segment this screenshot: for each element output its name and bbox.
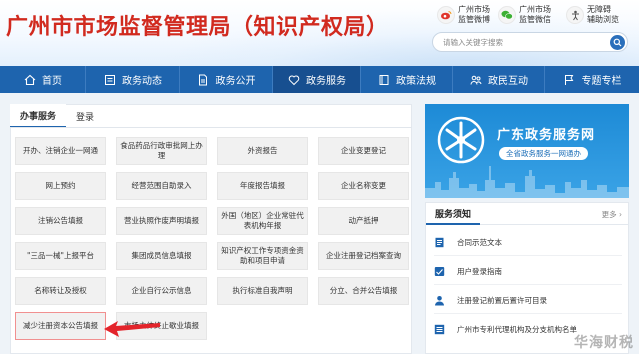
nav-item-topics[interactable]: 专题专栏 — [545, 66, 639, 93]
service-self-disclosure[interactable]: 企业自行公示信息 — [116, 277, 207, 305]
service-deregistration-notice[interactable]: 注销公告填报 — [15, 207, 106, 235]
services-grid: 开办、注销企业一网通 食品药品行政审批网上办理 外资报告 企业变更登记 网上预约… — [15, 137, 411, 340]
notice-title: 服务须知 — [426, 203, 481, 225]
login-guide-icon — [434, 266, 445, 277]
service-ip-funding-application[interactable]: 知识产权工作专项资金资助和项目申请 — [217, 242, 308, 270]
service-annual-report[interactable]: 年度报告填报 — [217, 172, 308, 200]
search-icon — [613, 38, 622, 47]
nav-label: 首页 — [42, 76, 62, 87]
search-input[interactable] — [443, 35, 603, 49]
service-capital-reduction-notice[interactable]: 减少注册资本公告填报 — [15, 312, 106, 340]
divider — [434, 284, 622, 285]
service-one-stop-registration[interactable]: 开办、注销企业一网通 — [15, 137, 106, 165]
book-icon — [377, 73, 390, 86]
service-registration-archive-query[interactable]: 企业注册登记档案查询 — [318, 242, 409, 270]
accessibility-link[interactable]: 无障碍 辅助浏览 — [566, 3, 619, 27]
service-name-transfer[interactable]: 名称转让及授权 — [15, 277, 106, 305]
service-chattel-mortgage[interactable]: 动产抵押 — [318, 207, 409, 235]
heart-icon — [287, 73, 300, 86]
notice-item[interactable]: 注册登记前置后置许可目录 — [434, 291, 547, 309]
nav-label: 政务动态 — [122, 76, 162, 87]
service-three-products-platform[interactable]: "三品一械"上报平台 — [15, 242, 106, 270]
service-enterprise-change[interactable]: 企业变更登记 — [318, 137, 409, 165]
people-icon — [469, 73, 482, 86]
divider — [434, 255, 622, 256]
watermark: 华海财税 — [574, 335, 634, 351]
notice-item[interactable]: 广州市专利代理机构及分支机构名单 — [434, 320, 577, 338]
service-split-merge-notice[interactable]: 分立、合并公告填报 — [318, 277, 409, 305]
home-icon — [23, 73, 36, 86]
nav-label: 政民互动 — [488, 76, 528, 87]
service-group-member-info[interactable]: 集团成员信息填报 — [116, 242, 207, 270]
search-box — [432, 32, 628, 52]
nav-item-home[interactable]: 首页 — [0, 66, 86, 93]
nav-label: 政策法规 — [396, 76, 436, 87]
weibo-icon — [437, 6, 455, 24]
permit-list-icon — [434, 295, 445, 306]
notice-item[interactable]: 用户登录指南 — [434, 262, 502, 280]
more-label: 更多 — [601, 210, 617, 219]
service-business-scope-entry[interactable]: 经营范围自助录入 — [116, 172, 207, 200]
notice-item[interactable]: 合同示范文本 — [434, 233, 502, 251]
accessibility-link-label: 无障碍 辅助浏览 — [587, 5, 619, 24]
contract-icon — [434, 237, 445, 248]
service-foreign-investment-report[interactable]: 外资报告 — [217, 137, 308, 165]
search-button[interactable] — [610, 35, 625, 50]
accessibility-icon — [566, 6, 584, 24]
tab-divider — [10, 127, 412, 128]
city-skyline-icon — [425, 166, 629, 198]
gd-gov-service-banner[interactable]: 广东政务服务网 全省政务服务一网通办 — [425, 104, 629, 198]
service-standard-declaration[interactable]: 执行标准自我声明 — [217, 277, 308, 305]
document-icon — [197, 73, 210, 86]
more-chevron-icon: › — [619, 210, 622, 219]
flag-icon — [563, 73, 576, 86]
service-name-change[interactable]: 企业名称变更 — [318, 172, 409, 200]
main-nav: 首页 政务动态 政务公开 政务服务 政策法规 政民互动 专题专栏 — [0, 66, 639, 93]
wechat-link-label: 广州市场 监管微信 — [519, 5, 551, 24]
notice-header: 服务须知 更多 › — [426, 203, 628, 225]
nav-label: 专题专栏 — [581, 76, 622, 87]
site-header: 广州市市场监督管理局（知识产权局） 广州市场 监管微博 广州市场 监管微信 无障… — [0, 0, 639, 66]
divider — [434, 313, 622, 314]
nav-item-public[interactable]: 政务公开 — [180, 66, 273, 93]
patent-agency-icon — [434, 324, 445, 335]
wechat-icon — [498, 6, 516, 24]
notice-item-label: 广州市专利代理机构及分支机构名单 — [457, 324, 577, 334]
nav-label: 政务服务 — [306, 76, 346, 87]
nav-item-news[interactable]: 政务动态 — [86, 66, 180, 93]
site-title[interactable]: 广州市市场监督管理局（知识产权局） — [6, 9, 389, 41]
nav-label: 政务公开 — [215, 76, 256, 87]
banner-title: 广东政务服务网 — [497, 128, 596, 143]
services-tabs: 办事服务 登录 — [10, 104, 104, 128]
weibo-link-label: 广州市场 监管微博 — [458, 5, 490, 24]
service-license-void-statement[interactable]: 营业执照作废声明填报 — [116, 207, 207, 235]
more-link[interactable]: 更多 › — [602, 209, 622, 220]
news-icon — [103, 73, 116, 86]
service-food-drug-approval[interactable]: 食品药品行政审批网上办理 — [116, 137, 207, 165]
notice-item-label: 合同示范文本 — [457, 237, 502, 247]
nav-item-services[interactable]: 政务服务 — [273, 66, 361, 93]
weibo-link[interactable]: 广州市场 监管微博 — [437, 3, 490, 27]
nav-item-policy[interactable]: 政策法规 — [361, 66, 453, 93]
annotation-arrow-icon — [104, 321, 160, 337]
service-online-appointment[interactable]: 网上预约 — [15, 172, 106, 200]
service-foreign-rep-annual-report[interactable]: 外国（地区）企业常驻代表机构年报 — [217, 207, 308, 235]
tab-services[interactable]: 办事服务 — [10, 104, 67, 128]
tab-login[interactable]: 登录 — [66, 104, 104, 128]
wechat-link[interactable]: 广州市场 监管微信 — [498, 3, 551, 27]
gd-gov-logo-icon — [437, 116, 485, 164]
nav-item-interaction[interactable]: 政民互动 — [453, 66, 545, 93]
notice-item-label: 用户登录指南 — [457, 266, 502, 276]
notice-item-label: 注册登记前置后置许可目录 — [457, 295, 547, 305]
